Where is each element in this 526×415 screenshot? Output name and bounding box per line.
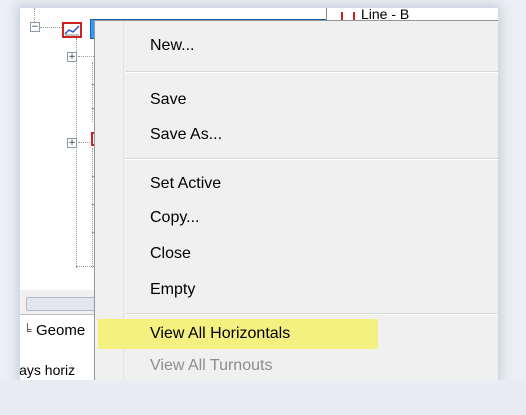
menu-separator — [126, 158, 498, 160]
tree-connector — [76, 38, 77, 268]
bottom-background — [0, 380, 526, 415]
geometry-tab-icon: ╘ — [23, 323, 32, 337]
expand-icon[interactable]: + — [67, 138, 77, 148]
tree-connector — [92, 62, 93, 122]
expand-icon[interactable]: + — [67, 52, 77, 62]
menu-item-save-as[interactable]: Save As... — [98, 120, 498, 150]
tree-connector — [92, 148, 93, 268]
app-window: − + + ╘ Geome lays horiz Line - B New...… — [20, 8, 498, 380]
context-menu: New... Save Save As... Set Active Copy..… — [94, 20, 498, 380]
menu-item-copy[interactable]: Copy... — [98, 203, 498, 233]
status-text: lays horiz — [20, 362, 76, 378]
menu-item-empty[interactable]: Empty — [98, 275, 498, 305]
menu-item-save[interactable]: Save — [98, 85, 498, 115]
menu-item-close[interactable]: Close — [98, 239, 498, 269]
menu-separator — [126, 313, 498, 315]
tree-connector — [78, 142, 92, 143]
tree-connector — [40, 27, 62, 28]
menu-separator — [126, 71, 498, 73]
menu-item-new[interactable]: New... — [98, 31, 498, 61]
menu-item-view-all-turnouts: View All Turnouts — [150, 357, 273, 374]
tab-geometry[interactable]: Geome — [36, 322, 85, 339]
menu-item-set-active[interactable]: Set Active — [98, 169, 498, 199]
tree-connector — [34, 8, 35, 22]
tree-connector — [78, 56, 94, 57]
menu-item-view-all-horizontals[interactable]: View All Horizontals — [98, 319, 498, 349]
collapse-icon[interactable]: − — [30, 22, 40, 32]
chart-icon — [62, 22, 82, 38]
